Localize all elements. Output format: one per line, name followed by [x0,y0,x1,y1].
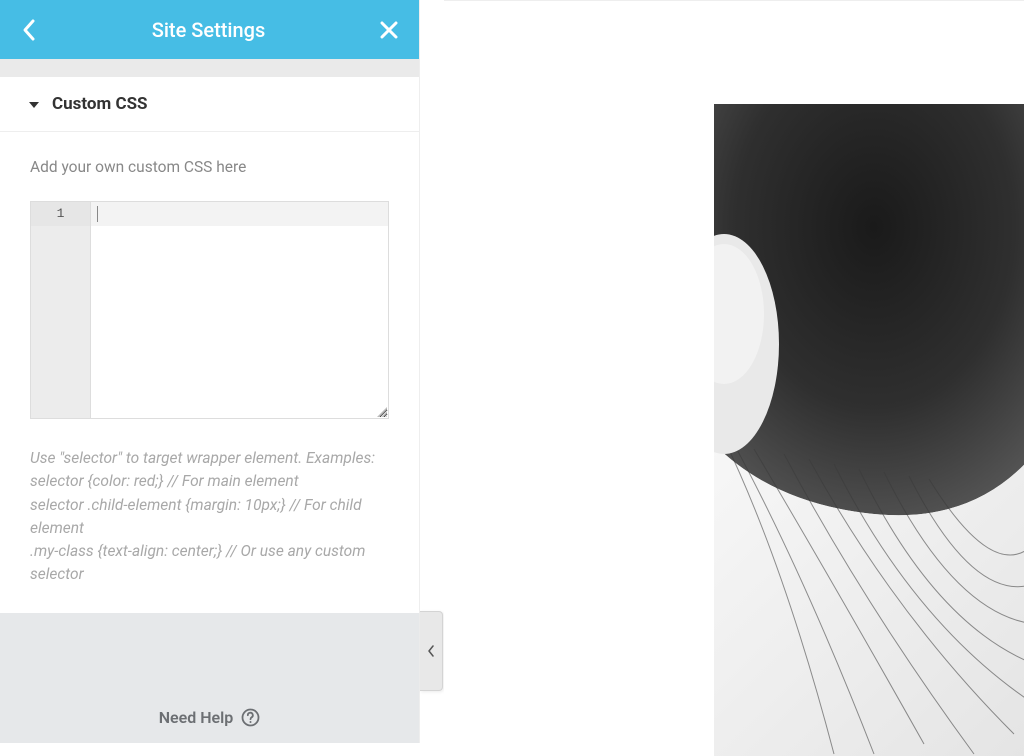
close-button[interactable] [379,20,399,40]
help-text: Use "selector" to target wrapper element… [30,447,389,587]
header-spacer [0,59,419,77]
sidebar-title: Site Settings [152,18,266,42]
sidebar-footer: Need Help [0,613,419,744]
section-header-label: Custom CSS [52,94,148,114]
custom-css-section: Custom CSS Add your own custom CSS here … [0,77,419,613]
section-header-custom-css[interactable]: Custom CSS [0,77,419,132]
settings-sidebar: Site Settings Custom CSS Add your own cu… [0,0,420,743]
code-line [91,202,388,226]
css-code-editor[interactable]: 1 [30,201,389,419]
chevron-left-icon [20,18,38,42]
need-help-label: Need Help [159,708,234,727]
preview-pane [444,0,1024,743]
need-help-link[interactable]: Need Help [159,708,261,727]
resize-handle[interactable] [375,405,387,417]
code-area[interactable] [91,202,388,418]
caret-down-icon [28,95,40,114]
help-icon [241,708,260,727]
chevron-left-icon [427,645,435,657]
editor-gutter: 1 [31,202,91,418]
text-cursor [97,206,98,222]
collapse-sidebar-tab[interactable] [420,611,443,691]
preview-image [714,104,1024,756]
field-label: Add your own custom CSS here [30,158,389,176]
close-icon [379,20,399,40]
gutter-line-number: 1 [31,202,90,226]
section-body: Add your own custom CSS here 1 Use "sele… [0,132,419,613]
back-button[interactable] [20,18,38,42]
sidebar-header: Site Settings [0,0,419,59]
